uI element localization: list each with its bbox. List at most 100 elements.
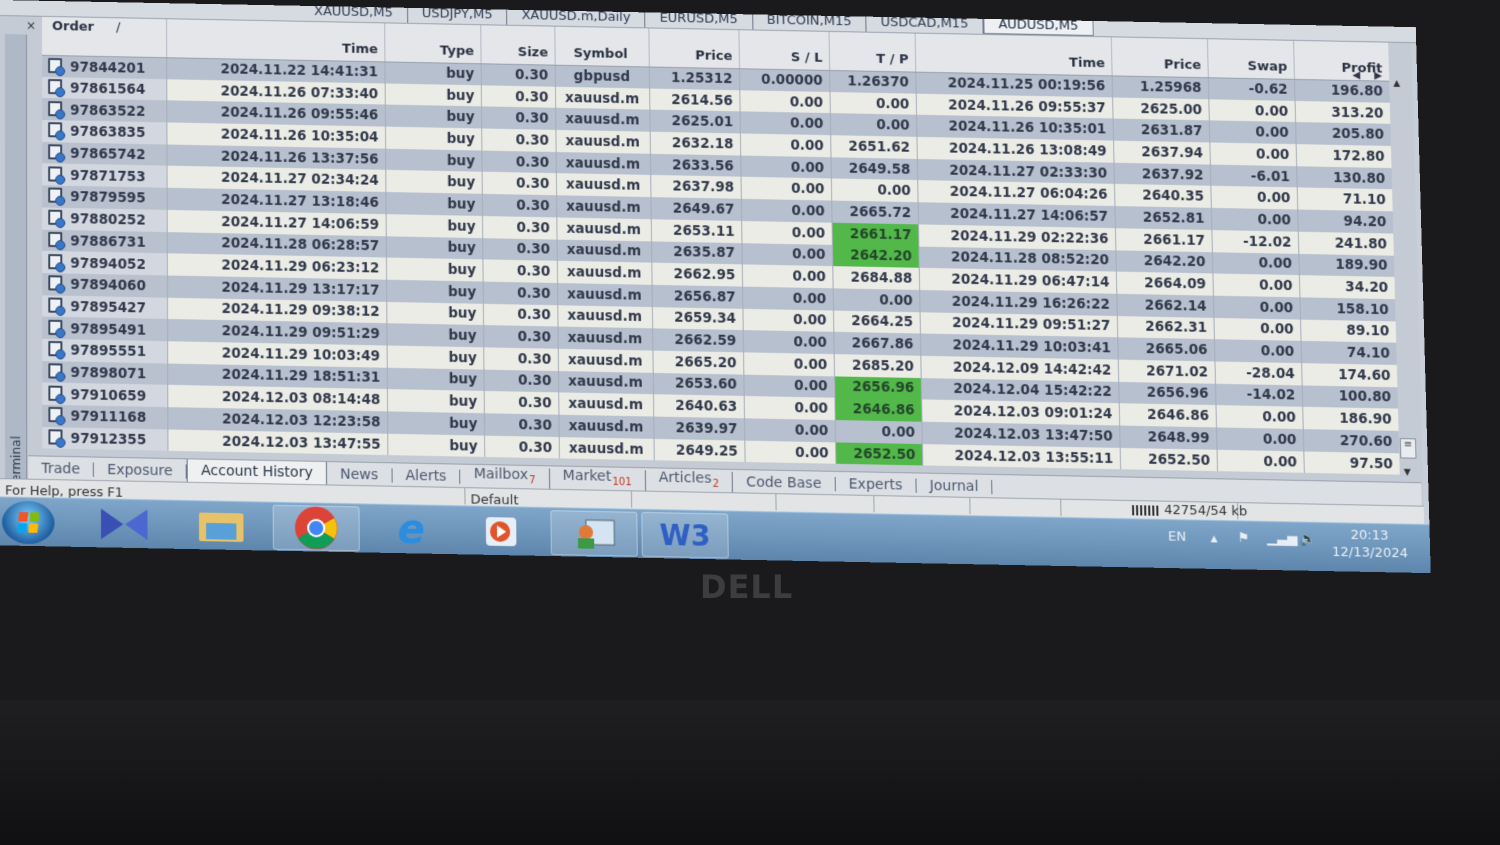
terminal-sidebar: Terminal [5, 34, 28, 494]
order-cell: 97898071 [42, 360, 168, 386]
terminal-tab-mailbox[interactable]: Mailbox7 [460, 465, 550, 489]
terminal-tab-experts[interactable]: Experts [835, 476, 917, 493]
chart-tab[interactable]: XAUUSD.m,Daily [507, 8, 646, 28]
column-header[interactable]: Type [384, 23, 481, 64]
column-header[interactable]: Price [648, 28, 739, 69]
stop-loss-cell: 0.00 [740, 198, 832, 223]
connection-status: 42754/54 kb [1131, 502, 1247, 520]
chart-tab[interactable]: USDCAD,M15 [866, 15, 984, 34]
terminal-tab-exposure[interactable]: Exposure [94, 461, 187, 479]
swap-cell: -6.01 [1209, 164, 1297, 188]
price-cell: 2633.56 [649, 153, 741, 178]
system-clock[interactable]: 20:13 12/13/2024 [1332, 526, 1409, 562]
chart-tab[interactable]: AUDUSD,M5 [983, 17, 1094, 36]
column-header[interactable]: Size [480, 25, 555, 65]
w3-app-button[interactable]: W3 [641, 511, 729, 559]
symbol-cell: xauusd.m [555, 129, 650, 154]
file-explorer-button[interactable] [178, 503, 265, 550]
profit-cell: 74.10 [1300, 341, 1397, 365]
terminal-tab-articles[interactable]: Articles2 [645, 469, 734, 492]
type-cell: buy [384, 104, 482, 129]
close-icon[interactable]: × [26, 18, 36, 32]
order-cell: 97844201 [42, 54, 167, 79]
swap-cell: -0.62 [1207, 77, 1295, 101]
profit-cell: 71.10 [1296, 187, 1393, 212]
price-cell: 2625.01 [649, 109, 740, 134]
volume-muted-icon[interactable]: 🔈 [1299, 532, 1316, 548]
action-center-icon[interactable]: ⚑ [1238, 531, 1250, 547]
order-id: 97895551 [70, 342, 147, 361]
column-header[interactable]: Order / [42, 16, 167, 58]
stop-loss-cell: 0.00 [743, 396, 835, 421]
start-button[interactable] [2, 500, 55, 545]
size-cell: 0.30 [484, 435, 559, 459]
profit-cell: 196.80 [1293, 78, 1390, 103]
media-player-button[interactable] [81, 501, 168, 548]
order-document-icon [48, 407, 63, 423]
swap-cell: 0.00 [1210, 186, 1298, 210]
sort-indicator-icon: / [116, 20, 121, 36]
column-header[interactable]: S / L [738, 30, 830, 70]
take-profit-cell: 0.00 [832, 288, 920, 312]
chart-tab[interactable]: EURUSD,M5 [645, 11, 753, 30]
chart-tab[interactable]: USDJPY,M5 [407, 6, 508, 25]
stop-loss-cell: 0.00 [739, 133, 831, 158]
type-cell: buy [384, 61, 481, 85]
price-cell: 2656.87 [651, 284, 743, 309]
terminal-tab-news[interactable]: News [326, 466, 393, 483]
close-price-cell: 2642.20 [1115, 249, 1213, 274]
order-id: 97844201 [70, 58, 146, 77]
stop-loss-cell: 0.00 [740, 177, 832, 201]
scroll-up-icon[interactable]: ▲ [1393, 79, 1400, 89]
terminal-tab-alerts[interactable]: Alerts [392, 467, 461, 484]
size-cell: 0.30 [481, 193, 557, 218]
remote-desktop-button[interactable] [550, 510, 638, 557]
terminal-tab-trade[interactable]: Trade [28, 460, 95, 477]
scroll-right-icon[interactable]: ▶ [1374, 70, 1382, 81]
order-cell: 97865742 [42, 141, 167, 167]
chart-tab[interactable]: BITCOIN,M15 [752, 13, 867, 32]
close-price-cell: 2652.50 [1119, 447, 1218, 472]
show-hidden-icons[interactable]: ▲ [1210, 534, 1217, 544]
take-profit-cell: 2656.96 [834, 376, 922, 400]
terminal-tab-journal[interactable]: Journal [916, 477, 993, 495]
profit-cell: 172.80 [1295, 144, 1392, 168]
language-indicator[interactable]: EN [1168, 529, 1186, 545]
symbol-cell: xauusd.m [556, 217, 652, 241]
order-id: 97863522 [70, 102, 146, 120]
size-cell: 0.30 [483, 325, 558, 349]
scroll-left-icon[interactable]: ◀ [1352, 70, 1360, 81]
open-time-cell: 2024.12.03 13:47:55 [167, 429, 388, 456]
price-cell: 2662.59 [652, 328, 744, 353]
chart-tab[interactable]: XAUUSD,M5 [300, 4, 408, 23]
column-header[interactable]: Price [1110, 37, 1208, 78]
size-cell: 0.30 [481, 172, 557, 196]
video-app-button[interactable] [456, 508, 543, 555]
column-header[interactable]: Swap [1206, 39, 1294, 79]
terminal-tab-code-base[interactable]: Code Base [733, 474, 836, 491]
terminal-tab-market[interactable]: Market101 [549, 467, 646, 491]
account-history-table: Order / Time Type Size Symbol Price S / LT / PT… [42, 16, 1400, 475]
column-header[interactable]: Symbol [554, 26, 649, 67]
column-header[interactable]: T / P [828, 31, 916, 72]
symbol-cell: xauusd.m [555, 173, 651, 198]
order-id: 97880252 [70, 211, 146, 229]
internet-explorer-button[interactable]: e [368, 506, 455, 553]
scroll-down-icon[interactable]: ▼ [1404, 468, 1411, 478]
order-cell: 97861564 [42, 76, 167, 101]
column-header[interactable]: Time [914, 33, 1112, 76]
swap-cell: 0.00 [1210, 207, 1298, 232]
dell-logo: DELL [700, 568, 794, 606]
profit-cell: 189.90 [1298, 253, 1395, 278]
scrollbar-thumb[interactable]: ≡ [1399, 438, 1417, 459]
close-price-cell: 2637.94 [1113, 140, 1210, 165]
close-price-cell: 2640.35 [1113, 184, 1211, 208]
symbol-cell: xauusd.m [556, 239, 652, 263]
connection-bars-icon [1131, 504, 1161, 516]
column-header[interactable]: Time [166, 19, 385, 62]
chrome-button[interactable] [272, 504, 360, 552]
order-id: 97895427 [70, 298, 147, 317]
price-cell: 2635.87 [651, 240, 742, 265]
network-signal-icon[interactable]: ▁▃▅ [1267, 531, 1298, 547]
type-cell: buy [386, 323, 484, 348]
